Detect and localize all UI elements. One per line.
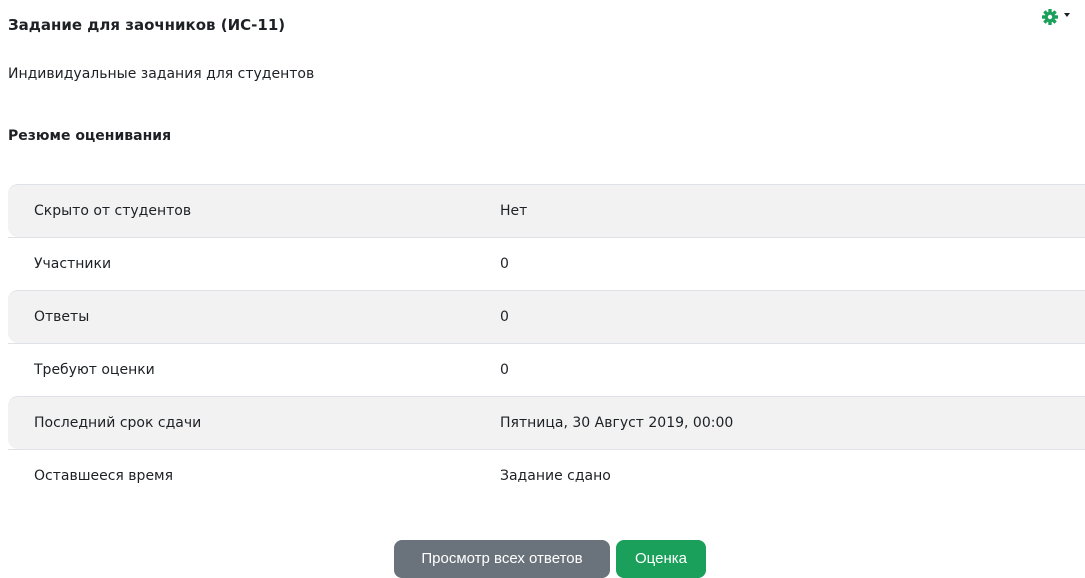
row-label: Скрыто от студентов bbox=[34, 203, 192, 219]
grading-summary-table: Скрыто от студентов Нет Участники 0 Отве… bbox=[8, 184, 1085, 502]
row-label: Оставшееся время bbox=[34, 468, 174, 484]
grade-button[interactable]: Оценка bbox=[616, 540, 706, 578]
row-value: Задание сдано bbox=[500, 468, 611, 484]
intro-text: Индивидуальные задания для студентов bbox=[8, 66, 315, 82]
table-row: Участники 0 bbox=[8, 237, 1085, 290]
view-all-submissions-button[interactable]: Просмотр всех ответов bbox=[394, 540, 610, 578]
row-value: Пятница, 30 Август 2019, 00:00 bbox=[500, 415, 734, 431]
page-title: Задание для заочников (ИС-11) bbox=[8, 16, 286, 34]
row-label: Последний срок сдачи bbox=[34, 415, 202, 431]
action-buttons: Просмотр всех ответов Оценка bbox=[394, 540, 706, 578]
row-label: Требуют оценки bbox=[34, 362, 155, 378]
row-value: 0 bbox=[500, 309, 509, 325]
section-heading: Резюме оценивания bbox=[8, 128, 172, 144]
table-row: Скрыто от студентов Нет bbox=[8, 184, 1085, 237]
row-label: Ответы bbox=[34, 309, 90, 325]
gear-icon[interactable] bbox=[1040, 7, 1060, 27]
table-row: Ответы 0 bbox=[8, 290, 1085, 343]
table-row: Последний срок сдачи Пятница, 30 Август … bbox=[8, 396, 1085, 449]
row-value: 0 bbox=[500, 362, 509, 378]
row-label: Участники bbox=[34, 256, 112, 272]
row-value: Нет bbox=[500, 203, 528, 219]
chevron-down-icon[interactable] bbox=[1064, 13, 1070, 17]
table-row: Требуют оценки 0 bbox=[8, 343, 1085, 396]
row-value: 0 bbox=[500, 256, 509, 272]
table-row: Оставшееся время Задание сдано bbox=[8, 449, 1085, 502]
